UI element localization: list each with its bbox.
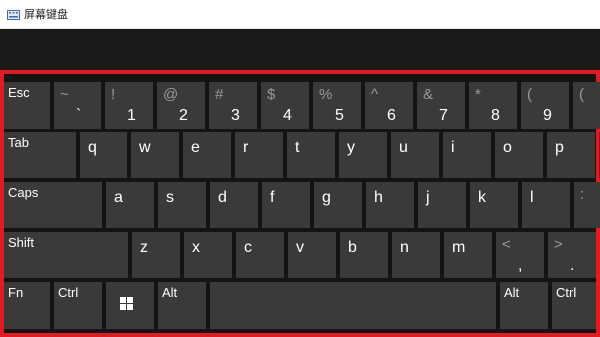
key-backtick[interactable]: ~ `	[54, 82, 101, 129]
key-0-partial[interactable]: (	[573, 82, 600, 129]
key-p[interactable]: p	[547, 132, 595, 178]
key-f[interactable]: f	[262, 182, 310, 228]
key-m[interactable]: m	[444, 232, 492, 278]
key-j[interactable]: j	[418, 182, 466, 228]
key-d[interactable]: d	[210, 182, 258, 228]
key-1[interactable]: ! 1	[105, 82, 153, 129]
key-r[interactable]: r	[235, 132, 283, 178]
key-w[interactable]: w	[131, 132, 179, 178]
key-shift[interactable]: Shift	[4, 232, 128, 278]
key-3[interactable]: # 3	[209, 82, 257, 129]
key-v[interactable]: v	[288, 232, 336, 278]
key-alt-right[interactable]: Alt	[500, 282, 548, 329]
key-x[interactable]: x	[184, 232, 232, 278]
key-5[interactable]: % 5	[313, 82, 361, 129]
key-tab[interactable]: Tab	[4, 132, 76, 178]
key-h[interactable]: h	[366, 182, 414, 228]
key-6[interactable]: ^ 6	[365, 82, 413, 129]
key-a[interactable]: a	[106, 182, 154, 228]
key-fn[interactable]: Fn	[4, 282, 50, 329]
key-alt-left[interactable]: Alt	[158, 282, 206, 329]
key-ctrl-left[interactable]: Ctrl	[54, 282, 102, 329]
key-u[interactable]: u	[391, 132, 439, 178]
key-z[interactable]: z	[132, 232, 180, 278]
key-7[interactable]: & 7	[417, 82, 465, 129]
key-y[interactable]: y	[339, 132, 387, 178]
key-comma[interactable]: < ,	[496, 232, 544, 278]
key-k[interactable]: k	[470, 182, 518, 228]
key-period[interactable]: > .	[548, 232, 596, 278]
key-g[interactable]: g	[314, 182, 362, 228]
key-q[interactable]: q	[80, 132, 127, 178]
keyboard-top-strip	[0, 29, 600, 70]
key-esc[interactable]: Esc	[4, 82, 50, 129]
key-e[interactable]: e	[183, 132, 231, 178]
key-c[interactable]: c	[236, 232, 284, 278]
windows-icon	[120, 297, 133, 310]
key-8[interactable]: * 8	[469, 82, 517, 129]
keyboard-icon	[7, 10, 20, 20]
key-s[interactable]: s	[158, 182, 206, 228]
key-b[interactable]: b	[340, 232, 388, 278]
key-l[interactable]: l	[522, 182, 570, 228]
key-2[interactable]: @ 2	[157, 82, 205, 129]
title-bar: 屏幕键盘	[0, 0, 600, 29]
key-caps[interactable]: Caps	[4, 182, 102, 228]
key-9[interactable]: ( 9	[521, 82, 569, 129]
key-4[interactable]: $ 4	[261, 82, 309, 129]
window-title: 屏幕键盘	[24, 8, 68, 21]
on-screen-keyboard: Esc ~ ` ! 1 @ 2 # 3 $ 4 % 5 ^ 6 & 7 * 8 …	[0, 70, 600, 337]
key-n[interactable]: n	[392, 232, 440, 278]
key-t[interactable]: t	[287, 132, 335, 178]
key-i[interactable]: i	[443, 132, 491, 178]
key-space[interactable]	[210, 282, 496, 329]
key-ctrl-right[interactable]: Ctrl	[552, 282, 596, 329]
key-o[interactable]: o	[495, 132, 543, 178]
key-windows[interactable]	[106, 282, 154, 329]
key-semicolon-partial[interactable]: :	[574, 182, 600, 228]
